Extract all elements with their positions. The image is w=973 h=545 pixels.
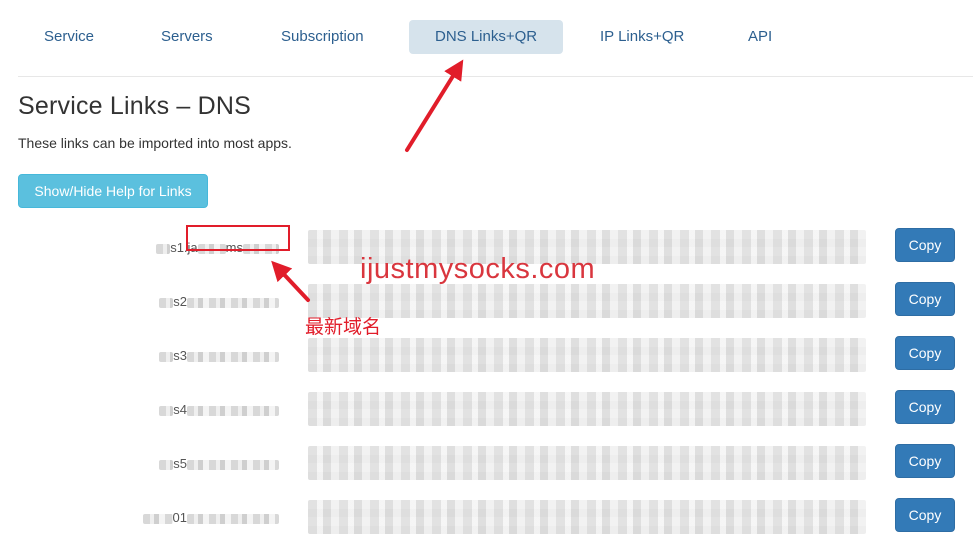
toggle-help-button[interactable]: Show/Hide Help for Links <box>18 174 208 208</box>
annotation-highlight-box <box>186 225 290 251</box>
redacted-text <box>187 297 279 308</box>
copy-button[interactable]: Copy <box>895 498 955 532</box>
link-value-redacted[interactable] <box>308 392 866 426</box>
redacted-text <box>156 243 171 254</box>
watermark-text: ijustmysocks.com <box>360 253 596 285</box>
link-hostname: s3 <box>159 348 279 363</box>
link-row-5: s5 Copy <box>0 444 973 484</box>
redacted-text <box>187 459 279 470</box>
copy-button[interactable]: Copy <box>895 390 955 424</box>
nav-tabs: Service Servers Subscription DNS Links+Q… <box>18 20 973 77</box>
link-hostname: s2 <box>159 294 279 309</box>
link-value-redacted[interactable] <box>308 500 866 534</box>
annotation-label: 最新域名 <box>305 316 382 338</box>
link-row-3: s3 Copy <box>0 336 973 376</box>
redacted-text <box>159 405 174 416</box>
link-row-6: 01 Copy <box>0 498 973 538</box>
link-value-redacted[interactable] <box>308 446 866 480</box>
page-subtitle: These links can be imported into most ap… <box>18 135 292 151</box>
tab-api[interactable]: API <box>722 20 798 54</box>
redacted-text <box>142 513 173 524</box>
redacted-text <box>187 405 279 416</box>
redacted-text <box>159 297 174 308</box>
link-row-4: s4 Copy <box>0 390 973 430</box>
page-title: Service Links – DNS <box>18 92 252 120</box>
link-hostname: s5 <box>159 456 279 471</box>
link-hostname: s4 <box>159 402 279 417</box>
redacted-text <box>187 351 279 362</box>
tab-dns-links-qr[interactable]: DNS Links+QR <box>409 20 564 54</box>
copy-button[interactable]: Copy <box>895 228 955 262</box>
redacted-text <box>187 513 279 524</box>
arrow-icon <box>405 59 464 152</box>
link-value-redacted[interactable] <box>308 338 866 372</box>
copy-button[interactable]: Copy <box>895 282 955 316</box>
link-value-redacted[interactable] <box>308 284 866 318</box>
redacted-text <box>159 351 174 362</box>
link-row-2: s2 Copy <box>0 282 973 322</box>
tab-ip-links-qr[interactable]: IP Links+QR <box>574 20 710 54</box>
copy-button[interactable]: Copy <box>895 444 955 478</box>
link-hostname: 01 <box>142 510 279 525</box>
tab-service[interactable]: Service <box>18 20 120 54</box>
redacted-text <box>159 459 174 470</box>
copy-button[interactable]: Copy <box>895 336 955 370</box>
tab-servers[interactable]: Servers <box>135 20 239 54</box>
tab-subscription[interactable]: Subscription <box>255 20 390 54</box>
